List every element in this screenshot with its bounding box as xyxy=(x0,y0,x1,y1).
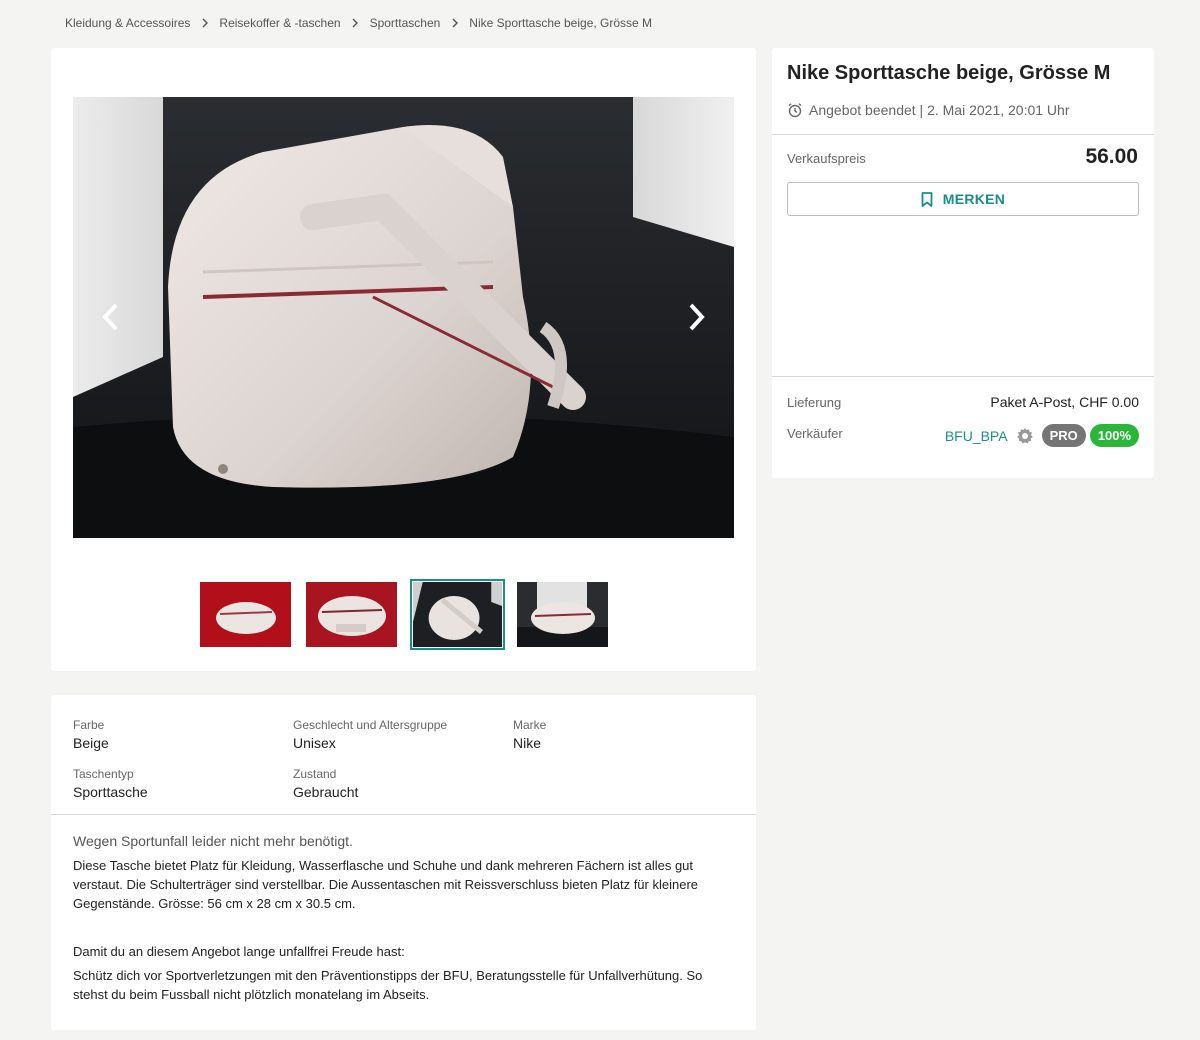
attribute-value: Nike xyxy=(513,735,542,751)
chevron-right-icon xyxy=(440,18,469,28)
attribute-value: Beige xyxy=(73,735,109,751)
previous-image-button[interactable] xyxy=(91,297,131,337)
watch-button[interactable]: MERKEN xyxy=(787,182,1139,216)
attribute-marke: Marke Nike xyxy=(513,718,546,751)
divider xyxy=(772,134,1154,135)
auction-status: Angebot beendet | 2. Mai 2021, 20:01 Uhr xyxy=(787,102,1070,118)
attribute-key: Farbe xyxy=(73,718,105,732)
alarm-clock-icon xyxy=(788,103,802,118)
thumbnail-4[interactable] xyxy=(517,582,608,647)
thumbnail-strip xyxy=(200,579,623,650)
pro-badge: PRO xyxy=(1041,424,1086,447)
description-headline: Wegen Sportunfall leider nicht mehr benö… xyxy=(73,833,353,849)
attribute-taschentyp: Taschentyp Sporttasche xyxy=(73,767,148,800)
breadcrumb-item-sporttaschen[interactable]: Sporttaschen xyxy=(370,16,441,30)
breadcrumb-item-category[interactable]: Kleidung & Accessoires xyxy=(65,16,190,30)
attribute-farbe: Farbe Beige xyxy=(73,718,109,751)
next-image-button[interactable] xyxy=(676,297,716,337)
auction-ended-text: Angebot beendet | 2. Mai 2021, 20:01 Uhr xyxy=(809,102,1070,118)
chevron-right-icon xyxy=(341,18,370,28)
gear-badge-icon xyxy=(1016,427,1033,443)
thumbnail-1[interactable] xyxy=(200,582,291,647)
description-paragraph: Damit du an diesem Angebot lange unfallf… xyxy=(73,944,405,959)
attribute-value: Gebraucht xyxy=(293,784,359,800)
delivery-value: Paket A-Post, CHF 0.00 xyxy=(990,394,1139,410)
chevron-right-icon xyxy=(689,303,705,331)
attribute-geschlecht: Geschlecht und Altersgruppe Unisex xyxy=(293,718,447,751)
main-product-photo[interactable] xyxy=(73,97,734,538)
price-value: 56.00 xyxy=(1085,145,1138,168)
listing-info-card: Nike Sporttasche beige, Grösse M Angebot… xyxy=(772,48,1154,478)
description-paragraph: Schütz dich vor Sportverletzungen mit de… xyxy=(73,968,703,1002)
rating-badge: 100% xyxy=(1089,424,1139,447)
price-label: Verkaufspreis xyxy=(787,151,866,166)
attribute-value: Unisex xyxy=(293,735,336,751)
attribute-key: Taschentyp xyxy=(73,767,134,781)
attribute-key: Geschlecht und Altersgruppe xyxy=(293,718,448,732)
delivery-label: Lieferung xyxy=(787,395,842,410)
breadcrumb-item-subcategory[interactable]: Reisekoffer & -taschen xyxy=(219,16,340,30)
attribute-key: Zustand xyxy=(293,767,337,781)
chevron-left-icon xyxy=(102,303,118,331)
thumbnail-3-selected[interactable] xyxy=(410,579,505,650)
listing-title: Nike Sporttasche beige, Grösse M xyxy=(787,62,1111,84)
bag-photo xyxy=(73,97,734,538)
attribute-value: Sporttasche xyxy=(73,784,148,800)
bookmark-icon xyxy=(921,191,933,207)
chevron-right-icon xyxy=(190,18,219,28)
divider xyxy=(51,814,756,815)
seller-info: BFU_BPA PRO 100% xyxy=(945,424,1139,447)
details-card: Farbe Beige Geschlecht und Altersgruppe … xyxy=(51,695,756,1030)
breadcrumb: Kleidung & Accessoires Reisekoffer & -ta… xyxy=(65,16,652,30)
watch-button-label: MERKEN xyxy=(942,191,1006,207)
attribute-key: Marke xyxy=(513,718,547,732)
attribute-zustand: Zustand Gebraucht xyxy=(293,767,358,800)
breadcrumb-item-current: Nike Sporttasche beige, Grösse M xyxy=(469,16,653,30)
seller-label: Verkäufer xyxy=(787,426,843,441)
divider xyxy=(772,376,1154,377)
thumbnail-2[interactable] xyxy=(306,582,397,647)
description-paragraph: Diese Tasche bietet Platz für Kleidung, … xyxy=(73,858,699,911)
seller-name-link[interactable]: BFU_BPA xyxy=(945,428,1008,444)
gallery-card xyxy=(51,48,756,671)
